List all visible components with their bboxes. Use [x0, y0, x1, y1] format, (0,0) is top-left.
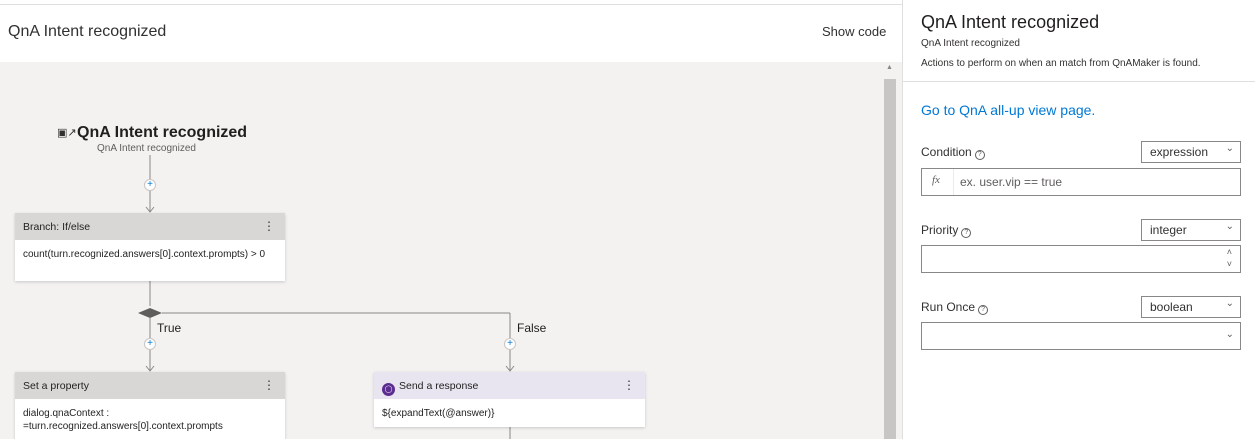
node-title: Send a response [399, 380, 479, 392]
run-once-dropdown[interactable]: ⌄ [921, 322, 1241, 350]
spin-down-icon[interactable]: ˅ [1227, 259, 1232, 269]
show-code-button[interactable]: Show code [822, 24, 886, 39]
set-property-node[interactable]: Set a property ⋮ dialog.qnaContext : =tu… [15, 372, 285, 439]
chevron-down-icon: ⌄ [1225, 298, 1234, 309]
priority-type-value: integer [1150, 223, 1187, 237]
branch-if-else-node[interactable]: Branch: If/else ⋮ count(turn.recognized.… [15, 213, 285, 281]
chevron-down-icon: ⌄ [1225, 329, 1234, 340]
qna-all-up-view-link[interactable]: Go to QnA all-up view page. [921, 102, 1095, 118]
node-header: Branch: If/else ⋮ [15, 213, 285, 240]
authoring-canvas-pane: QnA Intent recognized Show code ▣↗ QnA I… [0, 0, 902, 439]
condition-label-text: Condition [921, 145, 972, 159]
node-title: Branch: If/else [23, 221, 91, 233]
condition-label: Condition? [921, 145, 985, 160]
priority-type-select[interactable]: integer ⌄ [1141, 219, 1241, 241]
false-branch-label: False [517, 321, 547, 335]
priority-number-input[interactable]: ˄ ˅ [921, 245, 1241, 273]
node-title: Set a property [23, 380, 89, 392]
spin-up-icon[interactable]: ˄ [1227, 247, 1232, 257]
panel-divider [903, 81, 1255, 82]
condition-placeholder: ex. user.vip == true [960, 175, 1063, 189]
scrollbar-thumb[interactable] [884, 79, 896, 439]
panel-description: Actions to perform on when an match from… [921, 58, 1201, 69]
help-icon[interactable]: ? [974, 150, 985, 160]
run-once-label-text: Run Once [921, 300, 976, 314]
panel-subtitle: QnA Intent recognized [921, 38, 1020, 49]
true-branch-label: True [157, 321, 182, 335]
run-once-type-select[interactable]: boolean ⌄ [1141, 296, 1241, 318]
add-action-plus-icon[interactable]: + [504, 338, 516, 350]
trigger-icon: ▣↗ [57, 127, 77, 139]
panel-title: QnA Intent recognized [921, 12, 1100, 32]
more-icon[interactable]: ⋮ [623, 378, 635, 392]
node-header: Set a property ⋮ [15, 372, 285, 399]
priority-label: Priority? [921, 223, 972, 238]
chevron-down-icon: ⌄ [1225, 221, 1234, 232]
node-header: ◯ Send a response ⋮ [374, 372, 645, 399]
canvas-header: QnA Intent recognized Show code [0, 4, 902, 62]
node-body: ${expandText(@answer)} [382, 408, 495, 419]
help-icon[interactable]: ? [978, 305, 989, 315]
condition-type-select[interactable]: expression ⌄ [1141, 141, 1241, 163]
condition-type-value: expression [1150, 145, 1209, 159]
response-icon: ◯ [382, 383, 395, 396]
node-condition: count(turn.recognized.answers[0].context… [23, 249, 266, 260]
fx-separator [953, 169, 954, 195]
scroll-up-icon[interactable]: ▲ [886, 64, 893, 71]
property-panel: QnA Intent recognized QnA Intent recogni… [903, 0, 1255, 439]
help-icon[interactable]: ? [961, 228, 972, 238]
send-response-node[interactable]: ◯ Send a response ⋮ ${expandText(@answer)… [374, 372, 645, 427]
more-icon[interactable]: ⋮ [263, 378, 275, 392]
node-body: dialog.qnaContext : =turn.recognized.ans… [23, 408, 223, 432]
flow-canvas[interactable]: ▣↗ QnA Intent recognized QnA Intent reco… [0, 62, 882, 439]
fx-icon: fx [932, 174, 940, 186]
add-action-plus-icon[interactable]: + [144, 179, 156, 191]
condition-expression-input[interactable]: fx ex. user.vip == true [921, 168, 1241, 196]
priority-label-text: Priority [921, 223, 959, 237]
trigger-subtitle: QnA Intent recognized [97, 143, 196, 154]
add-action-plus-icon[interactable]: + [144, 338, 156, 350]
trigger-title: QnA Intent recognized [77, 124, 248, 141]
run-once-label: Run Once? [921, 300, 989, 315]
run-once-type-value: boolean [1150, 300, 1193, 314]
page-title: QnA Intent recognized [8, 23, 167, 40]
more-icon[interactable]: ⋮ [263, 219, 275, 233]
chevron-down-icon: ⌄ [1225, 143, 1234, 154]
